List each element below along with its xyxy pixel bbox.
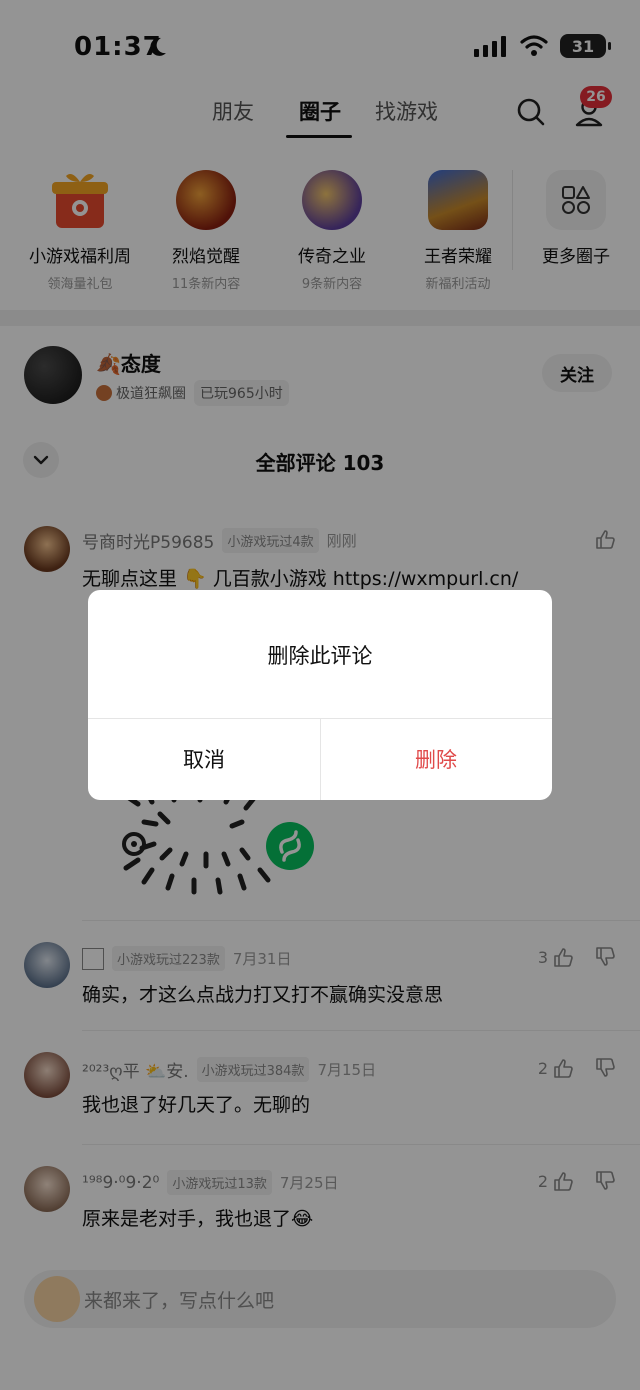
- delete-button[interactable]: 删除: [320, 718, 552, 800]
- delete-comment-dialog: 删除此评论 取消 删除: [88, 590, 552, 800]
- dialog-title: 删除此评论: [267, 644, 373, 668]
- cancel-button[interactable]: 取消: [88, 718, 320, 800]
